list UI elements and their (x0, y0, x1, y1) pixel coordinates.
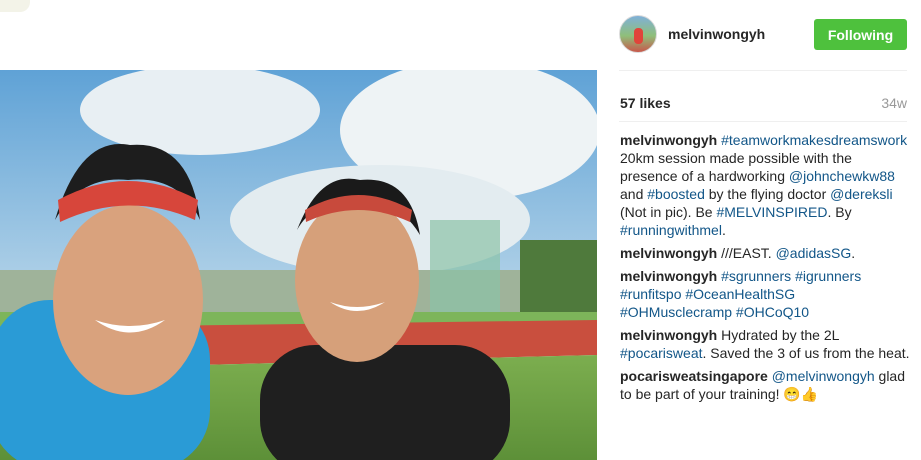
photo-pane (0, 0, 597, 460)
hashtag-link[interactable]: #MELVINSPIRED (716, 204, 827, 220)
following-button[interactable]: Following (814, 19, 907, 50)
post-header: melvinwongyh Following (597, 0, 921, 70)
comment-text: and (620, 186, 648, 202)
hashtag-link[interactable]: #pocarisweat (620, 345, 703, 361)
hashtag-link[interactable]: #OceanHealthSG (685, 286, 795, 302)
comment-text: (Not in pic). Be (620, 204, 717, 220)
post-username[interactable]: melvinwongyh (668, 26, 765, 42)
likes-divider (619, 121, 907, 122)
hashtag-link[interactable]: #OHCoQ10 (736, 304, 809, 320)
mention-link[interactable]: @johnchewkw88 (789, 168, 895, 184)
comment: melvinwongyh ///EAST. @adidasSG. (620, 244, 910, 262)
comment-text: . By (827, 204, 852, 220)
comments-list: melvinwongyh #teamworkmakesdreamswork 20… (620, 131, 910, 408)
header-divider (619, 70, 907, 71)
hashtag-link[interactable]: #runfitspo (620, 286, 681, 302)
post-photo[interactable] (0, 70, 597, 460)
hashtag-link[interactable]: #igrunners (795, 268, 861, 284)
comment: melvinwongyh #teamworkmakesdreamswork 20… (620, 131, 910, 239)
comment-text: . Saved the 3 of us from the heat. (702, 345, 910, 361)
comment-text: by the flying doctor (704, 186, 831, 202)
comment-username[interactable]: melvinwongyh (620, 245, 717, 261)
hashtag-link[interactable]: #OHMusclecramp (620, 304, 732, 320)
avatar[interactable] (619, 15, 657, 53)
selfie-image (0, 70, 597, 460)
post-time[interactable]: 34w (881, 95, 907, 111)
hashtag-link[interactable]: #sgrunners (721, 268, 791, 284)
comment: melvinwongyh #sgrunners #igrunners #runf… (620, 267, 910, 321)
mention-link[interactable]: @melvinwongyh (772, 368, 875, 384)
mention-link[interactable]: @dereksli (830, 186, 892, 202)
hashtag-link[interactable]: #runningwithmel (620, 222, 722, 238)
comment: pocarisweatsingapore @melvinwongyh glad … (620, 367, 910, 403)
comment: melvinwongyh Hydrated by the 2L #pocaris… (620, 326, 910, 362)
likes-count[interactable]: 57 likes (620, 95, 671, 111)
comment-username[interactable]: melvinwongyh (620, 268, 717, 284)
comment-username[interactable]: melvinwongyh (620, 132, 717, 148)
comment-text: Hydrated by the 2L (717, 327, 839, 343)
comment-username[interactable]: pocarisweatsingapore (620, 368, 768, 384)
comment-text: ///EAST. (717, 245, 776, 261)
hashtag-link[interactable]: #boosted (647, 186, 705, 202)
comment-username[interactable]: melvinwongyh (620, 327, 717, 343)
mention-link[interactable]: @adidasSG (776, 245, 852, 261)
comment-text: . (851, 245, 856, 261)
comment-text: . (721, 222, 726, 238)
post-sidebar: melvinwongyh Following 57 likes 34w melv… (597, 0, 921, 460)
corner-mark (0, 0, 30, 12)
hashtag-link[interactable]: #teamworkmakesdreamswork (721, 132, 907, 148)
